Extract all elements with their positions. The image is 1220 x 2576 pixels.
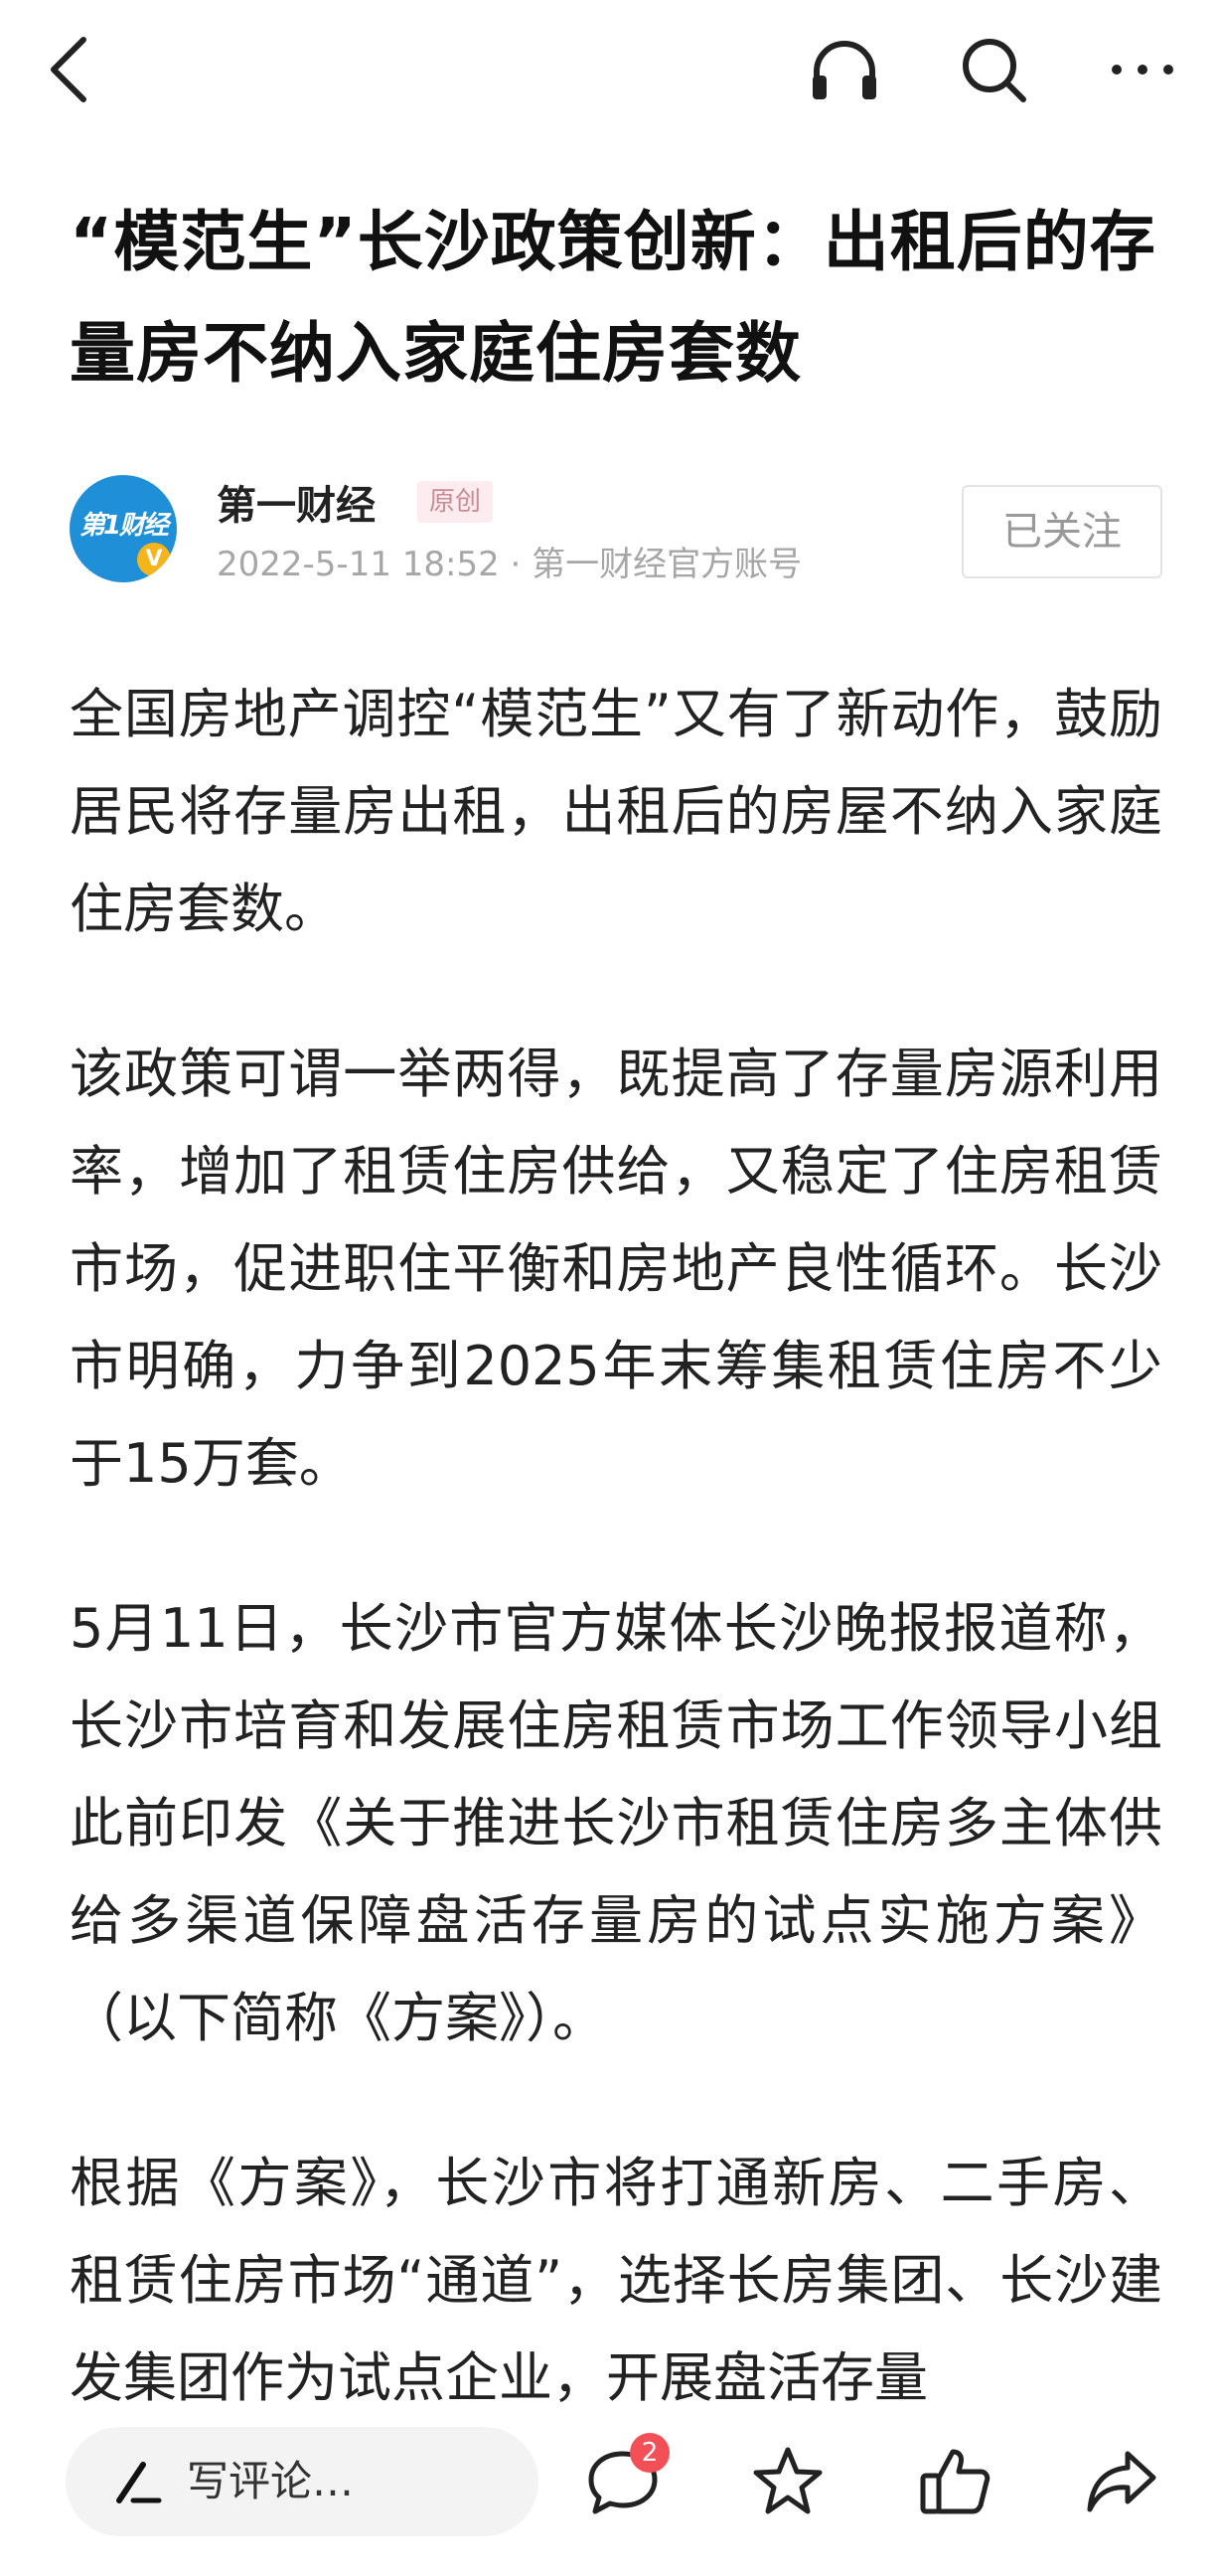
share-icon [1087, 2451, 1156, 2512]
favorite-button[interactable] [743, 2437, 833, 2526]
article-title: “模范生”长沙政策创新：出租后的存量房不纳入家庭住房套数 [70, 204, 1156, 392]
star-icon [753, 2447, 823, 2514]
article-page: “模范生”长沙政策创新：出租后的存量房不纳入家庭住房套数 第1财经 V 第一财经… [0, 0, 1220, 2576]
author-avatar[interactable]: 第1财经 V [70, 475, 177, 582]
top-bar [0, 0, 1220, 149]
comment-placeholder: 写评论… [187, 2457, 355, 2505]
follow-button[interactable]: 已关注 [962, 485, 1162, 578]
author-row: 第1财经 V 第一财经 原创 2022-5-11 18:52 · 第一财经官方账… [70, 467, 1162, 586]
like-button[interactable] [910, 2437, 999, 2526]
avatar-logo-text: 第1财经 [78, 511, 169, 541]
share-button[interactable] [1077, 2437, 1166, 2526]
listen-button[interactable] [795, 20, 894, 119]
publish-meta: 2022-5-11 18:52 · 第一财经官方账号 [217, 545, 803, 584]
verified-badge: V [137, 543, 171, 576]
original-badge: 原创 [417, 481, 494, 523]
more-icon [1112, 65, 1173, 75]
paragraph: 5月11日，长沙市官方媒体长沙晚报报道称，长沙市培育和发展住房租赁市场工作领导小… [70, 1597, 1162, 2049]
pen-icon [116, 2462, 162, 2503]
comment-count-badge: 2 [630, 2433, 670, 2473]
bottom-action-bar: 写评论… 2 [0, 2415, 1220, 2576]
paragraph: 全国房地产调控“模范生”又有了新动作，鼓励居民将存量房出租，出租后的房屋不纳入家… [70, 683, 1162, 940]
thumbs-up-icon [920, 2449, 991, 2514]
author-name[interactable]: 第一财经 [217, 473, 376, 531]
back-button[interactable] [20, 20, 119, 119]
back-arrow-icon [51, 37, 86, 102]
search-icon [963, 39, 1026, 102]
more-button[interactable] [1093, 20, 1192, 119]
search-button[interactable] [944, 20, 1043, 119]
paragraph: 该政策可谓一举两得，既提高了存量房源利用率，增加了租赁住房供给，又稳定了住房租赁… [70, 1043, 1162, 1495]
headphones-icon [813, 41, 876, 99]
article-body: 全国房地产调控“模范生”又有了新动作，鼓励居民将存量房出租，出租后的房屋不纳入家… [70, 666, 1162, 2495]
comment-input[interactable]: 写评论… [66, 2427, 538, 2536]
paragraph: 根据《方案》，长沙市将打通新房、二手房、租赁住房市场“通道”，选择长房集团、长沙… [70, 2152, 1162, 2409]
